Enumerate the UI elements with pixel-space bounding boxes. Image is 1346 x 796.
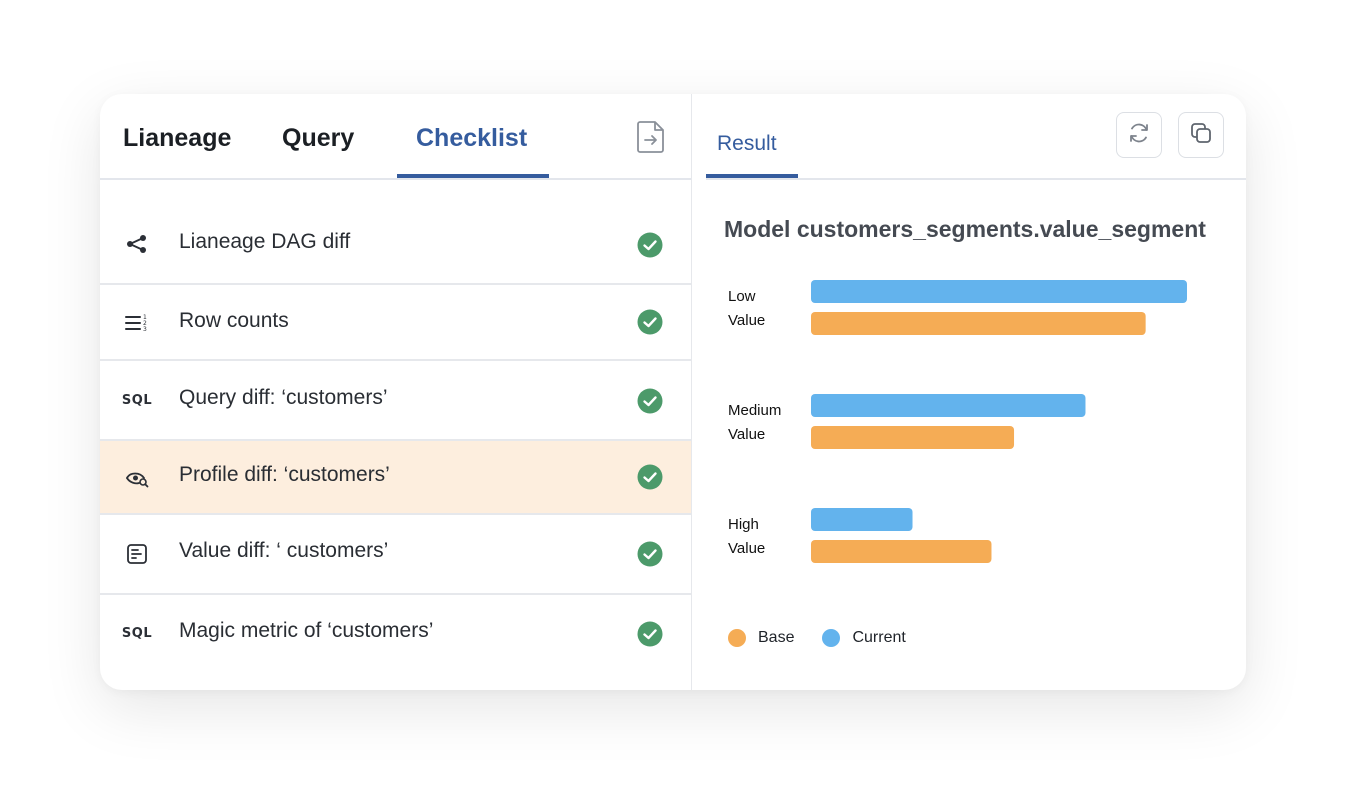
legend-swatch xyxy=(728,629,746,647)
bar-current xyxy=(811,280,1187,303)
legend-swatch xyxy=(822,629,841,647)
check-circle-icon xyxy=(637,232,663,258)
checklist-item-label: Query diff: ‘customers’ xyxy=(179,386,388,409)
checklist-item-label: Lianeage DAG diff xyxy=(179,230,351,253)
profile-eye-icon xyxy=(124,465,150,491)
tab-lineage[interactable]: Lianeage xyxy=(123,124,231,153)
legend-label: Base xyxy=(758,629,795,646)
legend-label: Current xyxy=(852,629,906,646)
check-circle-icon xyxy=(637,464,663,490)
checklist-item-magic-metric[interactable]: SQL Magic metric of ‘customers’ xyxy=(100,595,691,673)
checklist-item-label: Row counts xyxy=(179,309,289,332)
svg-text:3: 3 xyxy=(143,326,147,333)
checklist-item-label: Profile diff: ‘customers’ xyxy=(179,463,390,486)
refresh-icon xyxy=(1127,121,1151,150)
row-count-icon: 1 2 3 xyxy=(124,310,150,336)
category-label: Medium Value xyxy=(728,402,781,443)
tab-checklist[interactable]: Checklist xyxy=(416,124,527,153)
check-circle-icon xyxy=(637,541,663,567)
value-diff-icon xyxy=(124,541,150,567)
copy-icon xyxy=(1189,121,1213,150)
tab-result[interactable]: Result xyxy=(717,132,777,156)
legend-item-base: Base xyxy=(728,629,794,647)
active-tab-indicator xyxy=(706,174,798,178)
export-file-icon[interactable] xyxy=(636,120,666,154)
legend-item-current: Current xyxy=(822,629,906,647)
check-circle-icon xyxy=(637,621,663,647)
checklist-card: Lianeage Query Checklist Lianeage DAG di… xyxy=(100,94,1246,690)
checklist-item-label: Magic metric of ‘customers’ xyxy=(179,619,434,642)
checklist-item-label: Value diff: ‘ customers’ xyxy=(179,539,389,562)
chart-title: Model customers_segments.value_segment xyxy=(724,216,1206,242)
active-tab-indicator xyxy=(397,174,549,178)
checklist-panel: Lianeage Query Checklist Lianeage DAG di… xyxy=(100,94,692,690)
sql-icon: SQL xyxy=(121,392,153,408)
lineage-graph-icon xyxy=(124,231,150,257)
sql-icon: SQL xyxy=(121,625,153,641)
checklist-item-row-counts[interactable]: 1 2 3 Row counts xyxy=(100,285,691,361)
category-label: High Value xyxy=(728,516,765,557)
chart-legend: Base Current xyxy=(728,628,934,648)
checklist-item-value-diff[interactable]: Value diff: ‘ customers’ xyxy=(100,515,691,595)
bar-base xyxy=(811,312,1146,335)
check-circle-icon xyxy=(637,388,663,414)
bar-current xyxy=(811,394,1086,417)
bar-chart: Low Value Medium Value High Value xyxy=(728,280,1187,563)
checklist-item-query-diff[interactable]: SQL Query diff: ‘customers’ xyxy=(100,361,691,441)
check-circle-icon xyxy=(637,309,663,335)
result-tab-bar: Result xyxy=(706,94,1246,180)
tab-query[interactable]: Query xyxy=(282,124,354,153)
bar-base xyxy=(811,540,992,563)
copy-button[interactable] xyxy=(1178,112,1224,158)
bar-current xyxy=(811,508,913,531)
checklist-item-lineage-dag-diff[interactable]: Lianeage DAG diff xyxy=(100,204,691,285)
tab-bar: Lianeage Query Checklist xyxy=(100,94,691,180)
refresh-button[interactable] xyxy=(1116,112,1162,158)
bar-base xyxy=(811,426,1015,449)
result-panel: Result Model customers_segments.value_se… xyxy=(692,94,1246,690)
checklist-item-profile-diff[interactable]: Profile diff: ‘customers’ xyxy=(100,441,691,515)
category-label: Low Value xyxy=(728,288,765,329)
